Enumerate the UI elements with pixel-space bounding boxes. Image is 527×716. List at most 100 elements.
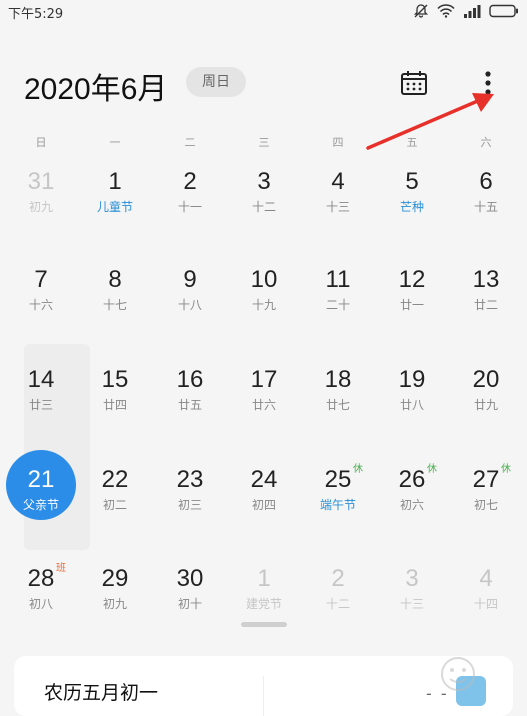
day-cell[interactable]: 1 儿童节 — [78, 168, 152, 248]
day-number: 28 — [27, 565, 55, 592]
holiday-label: 芒种 — [399, 200, 424, 214]
lunar-day-label: 十三 — [325, 200, 350, 214]
day-number: 27 — [472, 466, 500, 493]
day-cell[interactable]: 16 廿五 — [153, 366, 227, 446]
day-number: 10 — [250, 266, 278, 293]
lunar-day-label: 十二 — [325, 597, 350, 611]
day-cell[interactable]: 27 初七 休 — [449, 464, 523, 546]
day-cell[interactable]: 9 十八 — [153, 266, 227, 346]
day-cell[interactable]: 24 初四 — [227, 466, 301, 546]
holiday-label: 儿童节 — [96, 200, 133, 214]
day-cell[interactable]: 5 芒种 — [375, 168, 449, 248]
day-cell[interactable]: 18 廿七 — [301, 366, 375, 446]
weekday-label: 六 — [480, 136, 492, 149]
lunar-day-label: 十一 — [177, 200, 202, 214]
day-number: 23 — [176, 466, 204, 493]
lunar-day-label: 廿六 — [251, 398, 276, 412]
weekday-label: 二 — [184, 136, 196, 149]
day-cell[interactable]: 11 二十 — [301, 266, 375, 346]
day-cell[interactable]: 6 十五 — [449, 168, 523, 248]
day-cell[interactable]: 12 廿一 — [375, 266, 449, 346]
day-cell[interactable]: 8 十七 — [78, 266, 152, 346]
day-number: 8 — [108, 266, 122, 293]
day-cell[interactable]: 30 初十 — [153, 565, 227, 645]
weekday-label: 三 — [258, 136, 270, 149]
lunar-day-label: 初九 — [28, 200, 53, 214]
day-number: 20 — [472, 366, 500, 393]
day-cell[interactable]: 17 廿六 — [227, 366, 301, 446]
day-number: 24 — [250, 466, 278, 493]
day-number: 1 — [108, 168, 122, 195]
day-number: 29 — [101, 565, 129, 592]
day-number: 21 — [27, 466, 55, 493]
weekday-chip: 周日 — [186, 67, 246, 97]
holiday-label: 端午节 — [319, 498, 356, 512]
status-icons — [413, 3, 519, 19]
day-number: 9 — [183, 266, 197, 293]
day-number: 26 — [398, 466, 426, 493]
lunar-day-label: 十九 — [251, 298, 276, 312]
weekday-label: 四 — [332, 136, 344, 149]
lunar-day-label: 十八 — [177, 298, 202, 312]
day-number: 3 — [405, 565, 419, 592]
month-title[interactable]: 2020年6月 — [24, 64, 167, 108]
day-cell[interactable]: 15 廿四 — [78, 366, 152, 446]
lunar-day-label: 十三 — [399, 597, 424, 611]
lunar-day-label: 二十 — [325, 298, 350, 312]
day-cell[interactable]: 25 端午节 休 — [301, 464, 375, 546]
lunar-day-label: 廿一 — [399, 298, 424, 312]
day-cell[interactable]: 21 父亲节 — [4, 450, 78, 546]
day-number: 2 — [183, 168, 197, 195]
lunar-day-label: 初八 — [28, 597, 53, 611]
weekday-header-row: 日一二三四五六 — [0, 134, 527, 154]
bell-off-icon — [413, 3, 429, 19]
lunar-day-label: 廿四 — [102, 398, 127, 412]
day-cell[interactable]: 31 初九 — [4, 168, 78, 248]
drag-handle[interactable] — [241, 622, 287, 627]
day-cell[interactable]: 14 廿三 — [4, 366, 78, 446]
day-cell[interactable]: 4 十四 — [449, 565, 523, 645]
day-cell[interactable]: 13 廿二 — [449, 266, 523, 346]
weekday-label: 五 — [406, 136, 418, 149]
day-number: 6 — [479, 168, 493, 195]
day-cell[interactable]: 23 初三 — [153, 466, 227, 546]
lunar-day-label: 初四 — [251, 498, 276, 512]
day-number: 31 — [27, 168, 55, 195]
lunar-day-label: 十四 — [473, 597, 498, 611]
day-cell[interactable]: 29 初九 — [78, 565, 152, 645]
day-cell[interactable]: 19 廿八 — [375, 366, 449, 446]
lunar-day-label: 初七 — [473, 498, 498, 512]
battery-icon — [489, 4, 519, 18]
status-time: 下午5:29 — [8, 7, 64, 22]
lunar-day-label: 十七 — [102, 298, 127, 312]
workday-badge: 班 — [56, 563, 66, 574]
day-number: 16 — [176, 366, 204, 393]
day-cell[interactable]: 20 廿九 — [449, 366, 523, 446]
day-number: 15 — [101, 366, 129, 393]
day-number: 12 — [398, 266, 426, 293]
day-cell[interactable]: 10 十九 — [227, 266, 301, 346]
wifi-icon — [437, 4, 455, 18]
day-cell[interactable]: 22 初二 — [78, 466, 152, 546]
signal-icon — [463, 4, 481, 18]
day-number: 4 — [479, 565, 493, 592]
lunar-day-label: 廿七 — [325, 398, 350, 412]
day-cell[interactable]: 3 十三 — [375, 565, 449, 645]
day-cell[interactable]: 7 十六 — [4, 266, 78, 346]
lunar-date-label: 农历五月初一 — [44, 682, 159, 704]
day-number: 2 — [331, 565, 345, 592]
card-divider — [263, 676, 264, 716]
day-number: 1 — [257, 565, 271, 592]
day-cell[interactable]: 26 初六 休 — [375, 464, 449, 546]
day-number: 7 — [34, 266, 48, 293]
day-cell[interactable]: 4 十三 — [301, 168, 375, 248]
lunar-day-label: 十五 — [473, 200, 498, 214]
day-cell[interactable]: 2 十一 — [153, 168, 227, 248]
day-cell[interactable]: 1 建党节 — [227, 565, 301, 645]
day-cell[interactable]: 2 十二 — [301, 565, 375, 645]
day-cell[interactable]: 28 初八 班 — [4, 563, 78, 645]
day-number: 4 — [331, 168, 345, 195]
lunar-day-label: 初二 — [102, 498, 127, 512]
status-bar: 下午5:29 — [0, 0, 527, 24]
day-cell[interactable]: 3 十二 — [227, 168, 301, 248]
